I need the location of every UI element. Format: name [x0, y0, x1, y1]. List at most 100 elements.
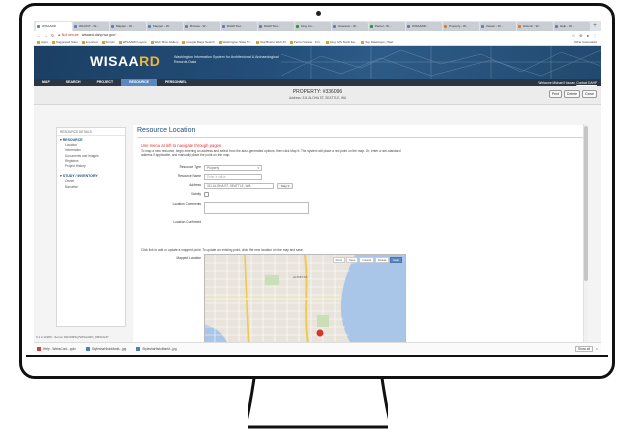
- bookmark-item[interactable]: Parcel Viewer - Kin...: [289, 40, 322, 44]
- browser-tab[interactable]: King Co...: [295, 22, 331, 31]
- bookmark-icon: [289, 40, 293, 44]
- bookmark-item[interactable]: Teal Brains Web #1: [255, 40, 286, 44]
- nav-item-resource[interactable]: RESOURCE: [121, 79, 157, 86]
- map-toolbar: Point Save Cancel Delete Help: [332, 257, 402, 263]
- back-icon[interactable]: ←: [37, 33, 41, 38]
- vicinity-checkbox[interactable]: [204, 192, 209, 197]
- show-all-downloads-button[interactable]: Show all: [574, 345, 593, 352]
- webcam: [316, 11, 321, 16]
- resource-type-label: Resource Type: [179, 165, 201, 169]
- bookmark-icon: [150, 40, 154, 44]
- nav-item-project[interactable]: PROJECT: [89, 79, 122, 86]
- url-input[interactable]: wisaard.dahp.wa.gov/: [82, 33, 116, 37]
- bookmark-label: King GIS North Ea...: [329, 40, 358, 44]
- bookmark-label: Apps: [41, 40, 48, 44]
- bookmark-label: Imported: [85, 40, 98, 44]
- panel-header: RESOURCE DETAILS: [57, 128, 125, 136]
- vicinity-row: Vicinity: [133, 192, 433, 200]
- mapped-location-label: Mapped Location: [176, 256, 201, 260]
- server-status: 0.1.2.11989 - Server DEVDBSQ/WISAARD_DB/…: [36, 335, 109, 339]
- address-input[interactable]: 311 ALOHA ST, SEATTLE, WA: [204, 183, 274, 189]
- close-button[interactable]: Close: [582, 90, 597, 98]
- account-icon[interactable]: ●: [587, 33, 589, 38]
- bookmark-item[interactable]: King GIS North Ea...: [325, 40, 358, 44]
- not-secure-badge[interactable]: ▲ Not secure: [57, 33, 78, 37]
- bookmark-icon: [101, 40, 105, 44]
- bookmark-item[interactable]: Web Slice Gallery: [150, 40, 178, 44]
- extension-icon[interactable]: ⊕: [579, 33, 582, 38]
- bookmark-item[interactable]: Scripts: [101, 40, 115, 44]
- other-bookmarks[interactable]: Other bookmarks: [574, 40, 601, 44]
- download-item[interactable]: StyleshaHistoMarkt...jpg: [136, 346, 177, 351]
- close-downloads-icon[interactable]: ×: [596, 346, 598, 351]
- bookmark-label: Suggested Sites: [55, 40, 78, 44]
- browser-tab[interactable]: Assessor - W...: [332, 22, 368, 31]
- intro-text: To map a new resource, begin entering an…: [141, 149, 401, 158]
- download-filename: Help - WebsCont...pptx: [43, 346, 76, 351]
- wisaard-logo[interactable]: WISAARD: [90, 53, 160, 69]
- resource-type-select[interactable]: Property: [204, 165, 262, 171]
- scrollbar-thumb[interactable]: [584, 126, 588, 281]
- address-label: Address: [189, 183, 201, 187]
- location-comments-input[interactable]: [204, 202, 309, 214]
- delete-button[interactable]: Delete: [563, 90, 581, 98]
- forward-icon[interactable]: →: [44, 33, 48, 38]
- map-tool-point[interactable]: Point: [332, 257, 346, 263]
- file-icon: [136, 346, 141, 351]
- map-tool-save[interactable]: Save: [346, 257, 359, 263]
- map-tool-delete[interactable]: Delete: [375, 257, 390, 263]
- map-tool-help[interactable]: Help: [390, 257, 402, 263]
- download-item[interactable]: Help - WebsCont...pptx: [37, 346, 76, 351]
- nav-item-search[interactable]: SEARCH: [58, 79, 89, 86]
- browser-tab[interactable]: Mapper - W...: [110, 22, 146, 31]
- vicinity-label: Vicinity: [190, 192, 201, 196]
- property-address: Address: 311 ALOHA ST, SEATTLE, WA: [289, 96, 346, 100]
- nav-item-map[interactable]: MAP: [34, 79, 58, 86]
- map-view[interactable]: ALTON ST Point Save Cancel Delete Help: [204, 254, 406, 350]
- new-tab-button[interactable]: +: [591, 22, 599, 31]
- browser-tab[interactable]: DAHP Det...: [258, 22, 294, 31]
- resource-name-input[interactable]: Enter a value: [204, 174, 262, 180]
- map-tool-cancel[interactable]: Cancel: [359, 257, 375, 263]
- navigation-warning: Use menu at left to navigate through pag…: [141, 143, 222, 148]
- bookmark-item[interactable]: Suggested Sites: [51, 40, 78, 44]
- reload-icon[interactable]: ↻: [51, 33, 54, 38]
- browser-tab[interactable]: Viewer - W...: [480, 22, 516, 31]
- menu-icon[interactable]: ⋮: [593, 33, 597, 38]
- bookmark-item[interactable]: Imported: [81, 40, 98, 44]
- bookmark-item[interactable]: Google Maps Search: [182, 40, 215, 44]
- site-tagline: Washington Information System for Archit…: [174, 55, 279, 64]
- site-nav: MAP SEARCH PROJECT RESOURCE PERSONNEL Welcome…: [34, 79, 601, 86]
- panel-item-narrative[interactable]: Narrative: [57, 184, 125, 189]
- browser-tab[interactable]: Mapper - W...: [147, 22, 183, 31]
- browser-tab[interactable]: Help - W...: [554, 22, 590, 31]
- bookmark-icon: [81, 40, 85, 44]
- property-band: PROPERTY: #336096 Address: 311 ALOHA ST,…: [34, 86, 601, 105]
- browser-tab[interactable]: WISAARD: [36, 22, 72, 31]
- resource-name-row: Resource Name Enter a value: [133, 174, 433, 182]
- bookmark-item[interactable]: Washington State Tr...: [218, 40, 252, 44]
- bookmark-item[interactable]: Top Data/Apps | Web: [361, 40, 393, 44]
- browser-tab[interactable]: Browse - W...: [184, 22, 220, 31]
- contact-dahp-link[interactable]: Contact DAHP: [576, 81, 597, 85]
- panel-item-project-history[interactable]: Project History: [57, 163, 125, 168]
- download-item[interactable]: StyleshaHistoMarkt...jpg: [85, 346, 127, 351]
- nav-item-personnel[interactable]: PERSONNEL: [157, 79, 195, 86]
- browser-tab[interactable]: Historic - W...: [517, 22, 553, 31]
- map-it-button[interactable]: Map It: [277, 183, 294, 189]
- page-scrollbar[interactable]: [583, 124, 588, 349]
- browser-tab[interactable]: Parcel - W...: [369, 22, 405, 31]
- bookmark-item[interactable]: WISAARD Layers: [118, 40, 147, 44]
- star-icon[interactable]: ☆: [572, 33, 576, 38]
- print-button[interactable]: Print: [548, 90, 562, 98]
- bookmark-icon: [255, 40, 259, 44]
- map-location-pin[interactable]: [316, 329, 324, 337]
- welcome-label: Welcome Michael Houser,: [538, 80, 576, 85]
- browser-tab[interactable]: Property - W...: [443, 22, 479, 31]
- browser-tab[interactable]: WISAARD...: [406, 22, 442, 31]
- download-filename: StyleshaHistoMarkt...jpg: [91, 346, 127, 351]
- bookmark-item[interactable]: Apps: [37, 40, 48, 44]
- property-actions: Print Delete Close: [548, 90, 597, 98]
- browser-tab[interactable]: DAHP Det...: [221, 22, 257, 31]
- browser-tab[interactable]: WA DOT - W...: [73, 22, 109, 31]
